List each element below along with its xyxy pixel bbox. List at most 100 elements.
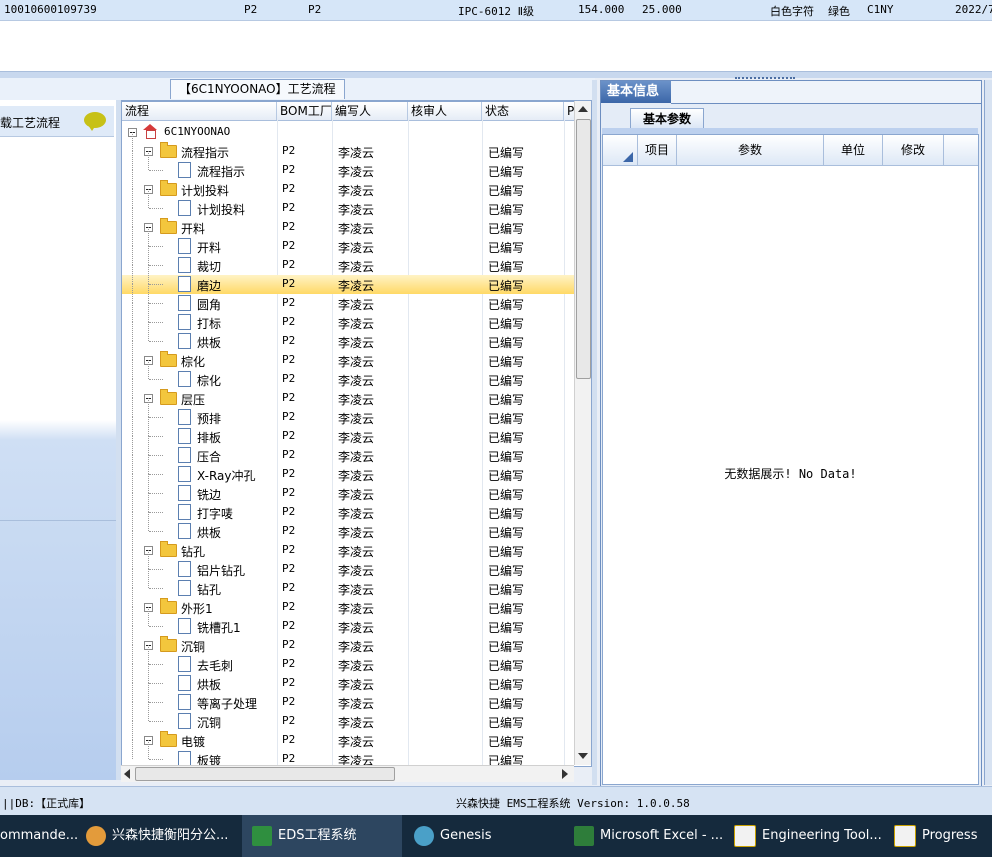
col-header-reviewer[interactable]: 核审人 — [408, 102, 482, 120]
tree-step-row[interactable]: 圆角 P2 李凌云 已编写 — [122, 284, 574, 313]
nav-item-process[interactable]: 载工艺流程 — [0, 106, 114, 137]
tree-connector — [132, 132, 133, 151]
hscroll-thumb[interactable] — [135, 767, 395, 781]
tree-connector — [149, 379, 163, 380]
writer-cell: 李凌云 — [338, 583, 375, 597]
bom-factory-cell: P2 — [282, 163, 296, 176]
tree-step-row[interactable]: 预排 P2 李凌云 已编写 — [122, 398, 574, 427]
status-cell: 已编写 — [488, 469, 525, 483]
writer-cell: 李凌云 — [338, 697, 375, 711]
document-icon — [178, 713, 191, 729]
taskbar-item-command[interactable]: ommande... — [0, 815, 78, 857]
status-cell: 已编写 — [488, 507, 525, 521]
writer-cell: 李凌云 — [338, 526, 375, 540]
tree-step-row[interactable]: 裁切 P2 李凌云 已编写 — [122, 246, 574, 275]
tree-step-row[interactable]: 等离子处理 P2 李凌云 已编写 — [122, 683, 574, 712]
tree-step-row[interactable]: 铝片钻孔 P2 李凌云 已编写 — [122, 550, 574, 579]
folder-icon — [160, 351, 177, 367]
tree-root-row[interactable]: 6C1NYOONAO — [122, 123, 574, 142]
scroll-right-icon[interactable] — [562, 769, 568, 779]
tree-group-row[interactable]: 钻孔 P2 李凌云 已编写 — [122, 531, 574, 560]
taskbar-item-excel[interactable]: Microsoft Excel - ... — [572, 815, 724, 857]
tree-connector — [132, 626, 133, 645]
col-header-status[interactable]: 状态 — [482, 102, 564, 120]
tree-step-row[interactable]: 铣槽孔1 P2 李凌云 已编写 — [122, 607, 574, 636]
scroll-down-icon[interactable] — [578, 753, 588, 759]
tree-step-row[interactable]: 打字唛 P2 李凌云 已编写 — [122, 493, 574, 522]
tree-group-row[interactable]: 棕化 P2 李凌云 已编写 — [122, 341, 574, 370]
tab-basic-params[interactable]: 基本参数 — [630, 108, 704, 129]
status-cell: 已编写 — [488, 412, 525, 426]
tree-step-row[interactable]: 排板 P2 李凌云 已编写 — [122, 417, 574, 446]
taskbar-item-genesis[interactable]: Genesis — [410, 815, 560, 857]
scroll-thumb[interactable] — [576, 119, 591, 379]
tree-group-row[interactable]: 沉铜 P2 李凌云 已编写 — [122, 626, 574, 655]
tree-step-row[interactable]: 烘板 P2 李凌云 已编写 — [122, 322, 574, 351]
basic-info-title[interactable]: 基本信息 — [601, 81, 671, 103]
scroll-up-icon[interactable] — [578, 106, 588, 112]
tree-connector — [149, 303, 163, 304]
horizontal-scrollbar[interactable] — [121, 765, 574, 782]
tree-group-row[interactable]: 电镀 P2 李凌云 已编写 — [122, 721, 574, 750]
taskbar-item-eds[interactable]: EDS工程系统 — [242, 815, 402, 857]
tree-step-row[interactable]: 棕化 P2 李凌云 已编写 — [122, 360, 574, 389]
tree-connector — [149, 474, 163, 475]
folder-icon — [160, 731, 177, 747]
row-selector-header[interactable] — [603, 135, 638, 165]
tree-step-row[interactable]: 开料 P2 李凌云 已编写 — [122, 227, 574, 256]
col-header-flow[interactable]: 流程 — [122, 102, 277, 120]
scroll-left-icon[interactable] — [124, 769, 130, 779]
order-mask-color: 绿色 — [828, 5, 850, 18]
tree-connector — [132, 512, 133, 531]
tree-group-row[interactable]: 计划投料 P2 李凌云 已编写 — [122, 170, 574, 199]
tree-step-row[interactable]: 压合 P2 李凌云 已编写 — [122, 436, 574, 465]
taskbar-item-engineering-tool[interactable]: Engineering Tool... — [734, 815, 884, 857]
tree-step-row[interactable]: 沉铜 P2 李凌云 已编写 — [122, 702, 574, 731]
tree-connector — [132, 170, 133, 189]
tree-connector — [149, 455, 163, 456]
writer-cell: 李凌云 — [338, 640, 375, 654]
tree-step-row[interactable]: 铣边 P2 李凌云 已编写 — [122, 474, 574, 503]
taskbar-item-browser[interactable]: 兴森快捷衡阳分公... — [86, 815, 236, 857]
col-header-bom[interactable]: BOM工厂 — [277, 102, 332, 120]
process-flow-tab[interactable]: 【6C1NYOONAO】工艺流程 — [170, 79, 345, 99]
col-header-item[interactable]: 项目 — [638, 135, 677, 165]
taskbar-item-progress[interactable]: Progress — [894, 815, 992, 857]
tree-group-row[interactable]: 流程指示 P2 李凌云 已编写 — [122, 132, 574, 161]
taskbar: ommande... 兴森快捷衡阳分公... EDS工程系统 Genesis M… — [0, 815, 992, 857]
tree-step-row[interactable]: X-Ray冲孔 P2 李凌云 已编写 — [122, 455, 574, 484]
document-icon — [178, 656, 191, 672]
middle-splitter[interactable] — [592, 80, 597, 785]
document-icon — [178, 447, 191, 463]
tree-step-row[interactable]: 磨边 P2 李凌云 已编写 — [122, 265, 574, 294]
status-cell: 已编写 — [488, 165, 525, 179]
tree-group-row[interactable]: 层压 P2 李凌云 已编写 — [122, 379, 574, 408]
tree-step-row[interactable]: 烘板 P2 李凌云 已编写 — [122, 664, 574, 693]
tree-step-row[interactable]: 烘板 P2 李凌云 已编写 — [122, 512, 574, 541]
tree-group-row[interactable]: 外形1 P2 李凌云 已编写 — [122, 588, 574, 617]
splitter-grip-icon[interactable] — [735, 72, 795, 79]
tree-connector — [132, 664, 133, 683]
tree-connector — [148, 645, 149, 664]
tree-step-row[interactable]: 打标 P2 李凌云 已编写 — [122, 303, 574, 332]
folder-icon — [160, 636, 177, 652]
writer-cell: 李凌云 — [338, 716, 375, 730]
step-name: 铣槽孔1 — [197, 621, 241, 635]
tree-group-row[interactable]: 开料 P2 李凌云 已编写 — [122, 208, 574, 237]
col-header-modify[interactable]: 修改 — [883, 135, 944, 165]
col-header-writer[interactable]: 编写人 — [332, 102, 408, 120]
step-name: 棕化 — [181, 355, 206, 369]
tree-step-row[interactable]: 去毛刺 P2 李凌云 已编写 — [122, 645, 574, 674]
status-cell: 已编写 — [488, 564, 525, 578]
right-edge-panel — [984, 80, 992, 785]
col-header-param[interactable]: 参数 — [677, 135, 824, 165]
col-header-unit[interactable]: 单位 — [824, 135, 883, 165]
step-name: 预排 — [197, 412, 222, 426]
folder-icon — [160, 598, 177, 614]
tree-step-row[interactable]: 计划投料 P2 李凌云 已编写 — [122, 189, 574, 218]
tree-connector — [148, 360, 149, 379]
step-name: 等离子处理 — [197, 697, 258, 711]
tree-step-row[interactable]: 钻孔 P2 李凌云 已编写 — [122, 569, 574, 598]
vertical-scrollbar[interactable] — [574, 101, 591, 765]
tree-step-row[interactable]: 流程指示 P2 李凌云 已编写 — [122, 151, 574, 180]
